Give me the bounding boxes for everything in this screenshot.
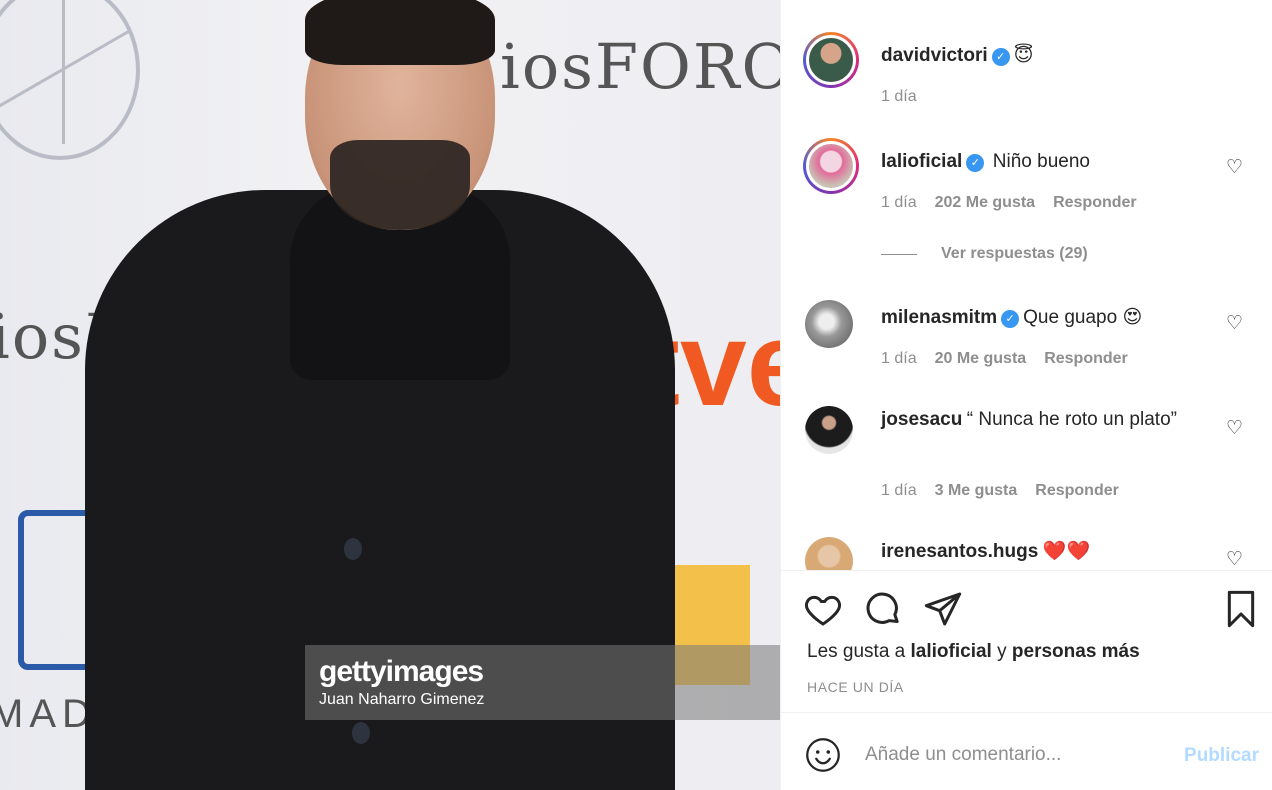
bookmark-icon[interactable]	[1221, 589, 1261, 629]
comment-text: ❤️❤️	[1042, 541, 1091, 562]
verified-icon: ✓	[1001, 310, 1020, 328]
comment-input[interactable]	[865, 735, 1165, 775]
coat-button	[352, 722, 370, 744]
emoji-icon[interactable]	[805, 737, 841, 773]
reply-button[interactable]: Responder	[1044, 350, 1128, 368]
post-timestamp[interactable]: HACE UN DÍA	[807, 679, 904, 695]
comment-icon[interactable]	[863, 589, 903, 629]
share-icon[interactable]	[923, 589, 963, 629]
instagram-post-view: iosFORO iosF MADRI tve gettyimages Juan …	[0, 0, 1272, 790]
person-hair	[305, 0, 495, 65]
heart-icon[interactable]: ♡	[1226, 548, 1243, 570]
reply-button[interactable]: Responder	[1053, 194, 1137, 212]
reply-button[interactable]: Responder	[1035, 482, 1119, 500]
comment-likes[interactable]: 3 Me gusta	[935, 482, 1018, 500]
coat-button	[344, 538, 362, 560]
replies-divider	[881, 254, 917, 255]
likes-others[interactable]: personas más	[1012, 641, 1140, 662]
backdrop-text-1: iosFORO	[500, 30, 780, 103]
post-time[interactable]: 1 día	[881, 88, 917, 106]
heart-icon[interactable]: ♡	[1226, 417, 1243, 440]
comment-user[interactable]: josesacu	[881, 409, 962, 430]
comment-likes[interactable]: 20 Me gusta	[935, 350, 1027, 368]
getty-watermark: gettyimages Juan Naharro Gimenez	[305, 645, 780, 720]
post-photo[interactable]: iosFORO iosF MADRI tve gettyimages Juan …	[0, 0, 780, 790]
post-actions: Les gusta a lalioficial y personas más H…	[781, 570, 1272, 713]
view-replies-button[interactable]: Ver respuestas (29)	[941, 245, 1088, 263]
getty-brand: gettyimages	[319, 655, 484, 688]
person-beard	[330, 140, 470, 230]
comments-panel: davidvictori ✓ 😇 1 día lalioficial ✓ Niño b…	[780, 0, 1272, 790]
comment-time[interactable]: 1 día	[881, 194, 917, 212]
likes-summary: Les gusta a lalioficial y personas más	[807, 641, 1140, 663]
heart-icon[interactable]	[803, 589, 843, 629]
publish-button[interactable]: Publicar	[1184, 745, 1259, 767]
avatar[interactable]	[803, 138, 859, 194]
heart-icon[interactable]: ♡	[1226, 312, 1243, 335]
comment-user[interactable]: irenesantos.hugs	[881, 541, 1038, 562]
mercedes-logo	[0, 0, 140, 160]
likes-mid: y	[991, 641, 1012, 662]
add-comment-bar: Publicar	[781, 713, 1272, 790]
comment-user[interactable]: lalioficial	[881, 151, 962, 172]
comment-user[interactable]: milenasmitm	[881, 307, 997, 328]
heart-icon[interactable]: ♡	[1226, 156, 1243, 179]
avatar[interactable]	[805, 537, 853, 570]
getty-credit: Juan Naharro Gimenez	[319, 691, 485, 708]
comment-likes[interactable]: 202 Me gusta	[935, 194, 1035, 212]
verified-icon: ✓	[991, 48, 1010, 66]
comment-time[interactable]: 1 día	[881, 350, 917, 368]
author-emoji: 😇	[1013, 45, 1034, 66]
comments-list[interactable]: davidvictori ✓ 😇 1 día lalioficial ✓ Niño b…	[781, 0, 1272, 570]
post-author[interactable]: davidvictori	[881, 45, 988, 66]
comment-text: “ Nunca he roto un plato”	[966, 409, 1177, 430]
likes-user[interactable]: lalioficial	[911, 641, 992, 662]
comment-time[interactable]: 1 día	[881, 482, 917, 500]
verified-icon: ✓	[966, 154, 985, 172]
avatar[interactable]	[805, 300, 853, 348]
comment-text: Que guapo 😍	[1023, 307, 1143, 328]
likes-prefix: Les gusta a	[807, 641, 911, 662]
avatar[interactable]	[803, 32, 859, 88]
avatar[interactable]	[805, 406, 853, 454]
comment-text: Niño bueno	[992, 151, 1090, 172]
